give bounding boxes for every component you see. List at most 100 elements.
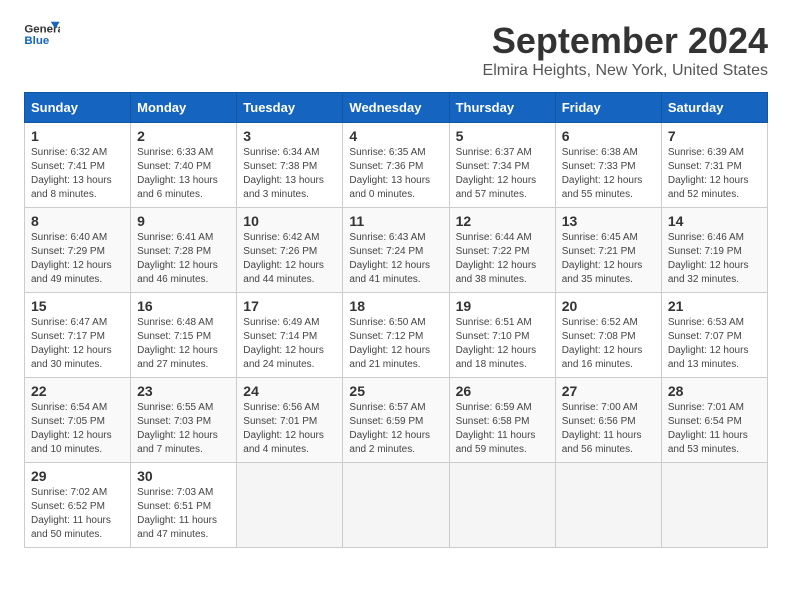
weekday-header: Saturday: [661, 93, 767, 123]
day-info: Sunrise: 6:34 AMSunset: 7:38 PMDaylight:…: [243, 147, 324, 200]
calendar-cell: 15 Sunrise: 6:47 AMSunset: 7:17 PMDaylig…: [25, 293, 131, 378]
calendar-cell: 20 Sunrise: 6:52 AMSunset: 7:08 PMDaylig…: [555, 293, 661, 378]
day-number: 25: [349, 383, 442, 399]
location-title: Elmira Heights, New York, United States: [483, 62, 768, 80]
day-info: Sunrise: 6:48 AMSunset: 7:15 PMDaylight:…: [137, 317, 218, 370]
day-number: 27: [562, 383, 655, 399]
day-number: 9: [137, 213, 230, 229]
calendar-cell: 5 Sunrise: 6:37 AMSunset: 7:34 PMDayligh…: [449, 123, 555, 208]
weekday-header: Monday: [131, 93, 237, 123]
calendar-week-row: 29 Sunrise: 7:02 AMSunset: 6:52 PMDaylig…: [25, 463, 768, 548]
day-info: Sunrise: 7:01 AMSunset: 6:54 PMDaylight:…: [668, 402, 748, 455]
calendar-cell: 14 Sunrise: 6:46 AMSunset: 7:19 PMDaylig…: [661, 208, 767, 293]
calendar-week-row: 15 Sunrise: 6:47 AMSunset: 7:17 PMDaylig…: [25, 293, 768, 378]
day-number: 21: [668, 298, 761, 314]
day-info: Sunrise: 6:51 AMSunset: 7:10 PMDaylight:…: [456, 317, 537, 370]
day-info: Sunrise: 6:46 AMSunset: 7:19 PMDaylight:…: [668, 232, 749, 285]
calendar-cell: 26 Sunrise: 6:59 AMSunset: 6:58 PMDaylig…: [449, 378, 555, 463]
title-area: September 2024 Elmira Heights, New York,…: [483, 20, 768, 80]
calendar-cell: [237, 463, 343, 548]
calendar-cell: 9 Sunrise: 6:41 AMSunset: 7:28 PMDayligh…: [131, 208, 237, 293]
day-number: 17: [243, 298, 336, 314]
calendar-cell: 23 Sunrise: 6:55 AMSunset: 7:03 PMDaylig…: [131, 378, 237, 463]
calendar-cell: 1 Sunrise: 6:32 AMSunset: 7:41 PMDayligh…: [25, 123, 131, 208]
day-number: 4: [349, 128, 442, 144]
calendar-cell: 27 Sunrise: 7:00 AMSunset: 6:56 PMDaylig…: [555, 378, 661, 463]
calendar-cell: 24 Sunrise: 6:56 AMSunset: 7:01 PMDaylig…: [237, 378, 343, 463]
logo: General Blue: [24, 20, 60, 50]
calendar-cell: 17 Sunrise: 6:49 AMSunset: 7:14 PMDaylig…: [237, 293, 343, 378]
day-number: 10: [243, 213, 336, 229]
day-number: 3: [243, 128, 336, 144]
calendar-week-row: 1 Sunrise: 6:32 AMSunset: 7:41 PMDayligh…: [25, 123, 768, 208]
day-info: Sunrise: 7:00 AMSunset: 6:56 PMDaylight:…: [562, 402, 642, 455]
day-info: Sunrise: 6:52 AMSunset: 7:08 PMDaylight:…: [562, 317, 643, 370]
calendar-header-row: SundayMondayTuesdayWednesdayThursdayFrid…: [25, 93, 768, 123]
calendar-cell: 30 Sunrise: 7:03 AMSunset: 6:51 PMDaylig…: [131, 463, 237, 548]
calendar-cell: 10 Sunrise: 6:42 AMSunset: 7:26 PMDaylig…: [237, 208, 343, 293]
day-info: Sunrise: 6:49 AMSunset: 7:14 PMDaylight:…: [243, 317, 324, 370]
weekday-header: Friday: [555, 93, 661, 123]
day-info: Sunrise: 6:38 AMSunset: 7:33 PMDaylight:…: [562, 147, 643, 200]
calendar-cell: 19 Sunrise: 6:51 AMSunset: 7:10 PMDaylig…: [449, 293, 555, 378]
calendar-cell: 22 Sunrise: 6:54 AMSunset: 7:05 PMDaylig…: [25, 378, 131, 463]
day-info: Sunrise: 6:55 AMSunset: 7:03 PMDaylight:…: [137, 402, 218, 455]
calendar-cell: 12 Sunrise: 6:44 AMSunset: 7:22 PMDaylig…: [449, 208, 555, 293]
day-info: Sunrise: 6:43 AMSunset: 7:24 PMDaylight:…: [349, 232, 430, 285]
day-info: Sunrise: 6:47 AMSunset: 7:17 PMDaylight:…: [31, 317, 112, 370]
day-info: Sunrise: 6:42 AMSunset: 7:26 PMDaylight:…: [243, 232, 324, 285]
day-info: Sunrise: 6:53 AMSunset: 7:07 PMDaylight:…: [668, 317, 749, 370]
day-info: Sunrise: 6:54 AMSunset: 7:05 PMDaylight:…: [31, 402, 112, 455]
day-number: 7: [668, 128, 761, 144]
calendar-cell: 29 Sunrise: 7:02 AMSunset: 6:52 PMDaylig…: [25, 463, 131, 548]
day-info: Sunrise: 6:35 AMSunset: 7:36 PMDaylight:…: [349, 147, 430, 200]
day-info: Sunrise: 6:41 AMSunset: 7:28 PMDaylight:…: [137, 232, 218, 285]
calendar-cell: 21 Sunrise: 6:53 AMSunset: 7:07 PMDaylig…: [661, 293, 767, 378]
calendar-cell: 6 Sunrise: 6:38 AMSunset: 7:33 PMDayligh…: [555, 123, 661, 208]
day-number: 2: [137, 128, 230, 144]
calendar-week-row: 8 Sunrise: 6:40 AMSunset: 7:29 PMDayligh…: [25, 208, 768, 293]
day-info: Sunrise: 6:44 AMSunset: 7:22 PMDaylight:…: [456, 232, 537, 285]
calendar-cell: 4 Sunrise: 6:35 AMSunset: 7:36 PMDayligh…: [343, 123, 449, 208]
day-number: 16: [137, 298, 230, 314]
day-number: 18: [349, 298, 442, 314]
day-number: 29: [31, 468, 124, 484]
calendar-cell: 2 Sunrise: 6:33 AMSunset: 7:40 PMDayligh…: [131, 123, 237, 208]
header: General Blue September 2024 Elmira Heigh…: [24, 20, 768, 80]
day-number: 13: [562, 213, 655, 229]
calendar-cell: 25 Sunrise: 6:57 AMSunset: 6:59 PMDaylig…: [343, 378, 449, 463]
calendar-cell: [555, 463, 661, 548]
day-number: 22: [31, 383, 124, 399]
day-number: 26: [456, 383, 549, 399]
day-info: Sunrise: 6:45 AMSunset: 7:21 PMDaylight:…: [562, 232, 643, 285]
calendar-cell: 13 Sunrise: 6:45 AMSunset: 7:21 PMDaylig…: [555, 208, 661, 293]
calendar-cell: 7 Sunrise: 6:39 AMSunset: 7:31 PMDayligh…: [661, 123, 767, 208]
day-number: 11: [349, 213, 442, 229]
day-number: 6: [562, 128, 655, 144]
calendar-cell: 16 Sunrise: 6:48 AMSunset: 7:15 PMDaylig…: [131, 293, 237, 378]
day-info: Sunrise: 6:37 AMSunset: 7:34 PMDaylight:…: [456, 147, 537, 200]
calendar-cell: [343, 463, 449, 548]
day-number: 28: [668, 383, 761, 399]
day-number: 30: [137, 468, 230, 484]
day-info: Sunrise: 6:50 AMSunset: 7:12 PMDaylight:…: [349, 317, 430, 370]
day-number: 1: [31, 128, 124, 144]
logo-icon: General Blue: [24, 20, 60, 50]
svg-text:Blue: Blue: [24, 35, 49, 47]
day-info: Sunrise: 6:32 AMSunset: 7:41 PMDaylight:…: [31, 147, 112, 200]
weekday-header: Thursday: [449, 93, 555, 123]
day-info: Sunrise: 6:57 AMSunset: 6:59 PMDaylight:…: [349, 402, 430, 455]
month-title: September 2024: [483, 20, 768, 62]
weekday-header: Tuesday: [237, 93, 343, 123]
day-info: Sunrise: 6:33 AMSunset: 7:40 PMDaylight:…: [137, 147, 218, 200]
day-number: 14: [668, 213, 761, 229]
day-info: Sunrise: 6:59 AMSunset: 6:58 PMDaylight:…: [456, 402, 536, 455]
day-number: 8: [31, 213, 124, 229]
day-number: 20: [562, 298, 655, 314]
weekday-header: Wednesday: [343, 93, 449, 123]
weekday-header: Sunday: [25, 93, 131, 123]
day-number: 15: [31, 298, 124, 314]
day-number: 24: [243, 383, 336, 399]
calendar: SundayMondayTuesdayWednesdayThursdayFrid…: [24, 92, 768, 548]
calendar-cell: 11 Sunrise: 6:43 AMSunset: 7:24 PMDaylig…: [343, 208, 449, 293]
